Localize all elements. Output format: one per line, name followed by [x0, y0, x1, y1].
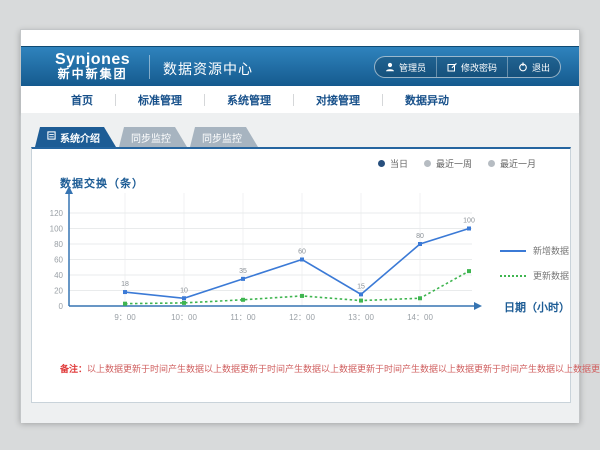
- tab-bar: 系统介绍 同步监控 同步监控: [35, 127, 261, 147]
- x-axis-title: 日期（小时）: [504, 299, 570, 315]
- brand-company-name: 新中新集团: [55, 68, 130, 81]
- user-menu-admin-label: 管理员: [399, 61, 426, 74]
- tab-sync-monitor-1[interactable]: 同步监控: [119, 127, 187, 147]
- brand-logo: Synjones 新中新集团: [55, 51, 130, 81]
- svg-text:13：00: 13：00: [348, 313, 374, 322]
- svg-text:10：00: 10：00: [171, 313, 197, 322]
- nav-item-home[interactable]: 首页: [49, 92, 115, 108]
- nav-item-data-change[interactable]: 数据异动: [383, 92, 471, 108]
- power-icon: [518, 62, 528, 72]
- svg-text:12：00: 12：00: [289, 313, 315, 322]
- svg-text:100: 100: [50, 225, 64, 234]
- content-area: 系统介绍 同步监控 同步监控 当日 最近一周: [21, 113, 579, 423]
- svg-text:60: 60: [54, 256, 63, 265]
- svg-text:10: 10: [180, 287, 188, 294]
- legend-updated-data-label: 更新数据: [533, 269, 569, 282]
- green-dotted-line-sample: [500, 275, 526, 277]
- footnote-text: 以上数据更新于时间产生数据以上数据更新于时间产生数据以上数据更新于时间产生数据以…: [87, 364, 600, 374]
- tab-sync-monitor-2-label: 同步监控: [202, 130, 242, 145]
- svg-text:35: 35: [239, 268, 247, 275]
- logout-button[interactable]: 退出: [507, 57, 560, 77]
- svg-text:9：00: 9：00: [114, 313, 136, 322]
- svg-text:80: 80: [416, 233, 424, 240]
- svg-text:100: 100: [463, 218, 475, 225]
- change-password-label: 修改密码: [461, 61, 497, 74]
- document-icon: [47, 131, 56, 143]
- main-nav: 首页 标准管理 系统管理 对接管理 数据异动: [21, 86, 579, 113]
- footnote-label: 备注：: [60, 364, 87, 374]
- svg-text:80: 80: [54, 240, 63, 249]
- brand-logo-text: Synjones: [55, 51, 130, 68]
- svg-text:60: 60: [298, 249, 306, 256]
- svg-text:18: 18: [121, 281, 129, 288]
- brand-divider: [149, 55, 150, 79]
- nav-item-system-mgmt[interactable]: 系统管理: [205, 92, 293, 108]
- legend-item-new-data: 新增数据: [500, 244, 569, 257]
- tab-system-intro-label: 系统介绍: [60, 130, 100, 145]
- chart-card: 当日 最近一周 最近一月 数据交换（条） 0204060801001209：00…: [31, 147, 571, 403]
- chart-svg: 0 20 40 60 80 100 120 9：00 10：00 11：00 12：00 13：00 1…: [32, 149, 572, 379]
- user-icon: [385, 62, 395, 72]
- svg-text:20: 20: [54, 287, 63, 296]
- blue-line-sample: [500, 250, 526, 252]
- tab-sync-monitor-1-label: 同步监控: [131, 130, 171, 145]
- user-menu: 管理员 修改密码 退出: [374, 56, 561, 78]
- line-chart: 0 20 40 60 80 100 120 9：00 10：00 11：00 12：00 13：00 1…: [32, 149, 572, 379]
- svg-text:14：00: 14：00: [407, 313, 433, 322]
- edit-icon: [447, 62, 457, 72]
- app-title: 数据资源中心: [163, 59, 253, 79]
- nav-item-standard-mgmt[interactable]: 标准管理: [116, 92, 204, 108]
- tab-sync-monitor-2[interactable]: 同步监控: [190, 127, 258, 147]
- tab-system-intro[interactable]: 系统介绍: [35, 127, 116, 147]
- footnote: 备注：以上数据更新于时间产生数据以上数据更新于时间产生数据以上数据更新于时间产生…: [60, 362, 600, 375]
- legend-new-data-label: 新增数据: [533, 244, 569, 257]
- chart-legend: 新增数据 更新数据: [500, 244, 569, 282]
- logout-label: 退出: [532, 61, 550, 74]
- svg-text:11：00: 11：00: [230, 313, 256, 322]
- svg-text:15: 15: [357, 283, 365, 290]
- legend-item-updated-data: 更新数据: [500, 269, 569, 282]
- app-header: Synjones 新中新集团 数据资源中心 管理员 修改密码 退出: [21, 46, 579, 86]
- svg-text:120: 120: [50, 209, 64, 218]
- nav-item-interface-mgmt[interactable]: 对接管理: [294, 92, 382, 108]
- svg-text:40: 40: [54, 271, 63, 280]
- svg-text:0: 0: [59, 302, 64, 311]
- change-password-button[interactable]: 修改密码: [436, 57, 507, 77]
- page: Synjones 新中新集团 数据资源中心 管理员 修改密码 退出 首页 标准管…: [20, 29, 580, 422]
- user-menu-admin[interactable]: 管理员: [375, 57, 436, 77]
